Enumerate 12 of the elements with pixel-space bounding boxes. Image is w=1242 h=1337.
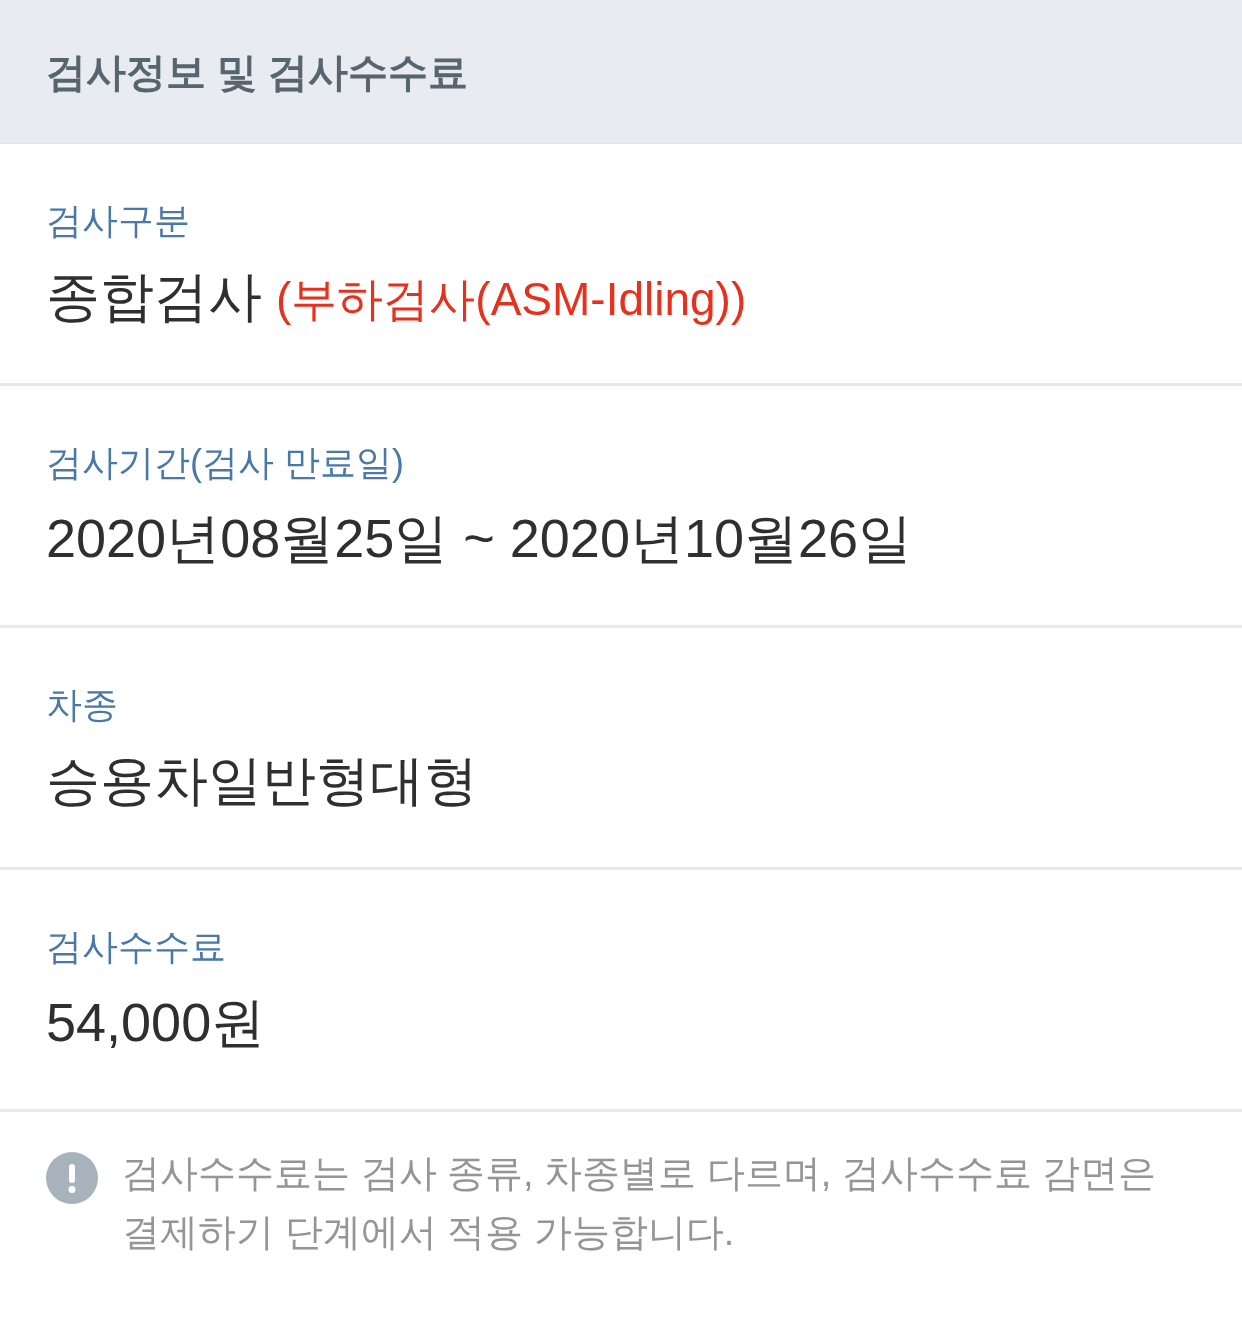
field-label: 검사구분 bbox=[46, 199, 190, 243]
field-label: 검사기간(검사 만료일) bbox=[46, 441, 404, 485]
field-value: 승용차일반형대형 bbox=[46, 749, 478, 812]
field-value: 2020년08월25일 ~ 2020년10월26일 bbox=[46, 507, 913, 570]
field-label: 차종 bbox=[46, 683, 118, 727]
field-note: (부하검사(ASM-Idling)) bbox=[276, 272, 747, 327]
exclamation-icon bbox=[46, 1152, 98, 1204]
field-label: 검사수수료 bbox=[46, 925, 226, 969]
section-title: 검사정보 및 검사수수료 bbox=[46, 48, 469, 96]
notice-text: 검사수수료는 검사 종류, 차종별로 다르며, 검사수수료 감면은 결제하기 단계에서 적용 가능합니다. bbox=[122, 1151, 1158, 1255]
field-value: 종합검사 bbox=[46, 265, 262, 328]
field-value: 54,000원 bbox=[46, 991, 266, 1054]
